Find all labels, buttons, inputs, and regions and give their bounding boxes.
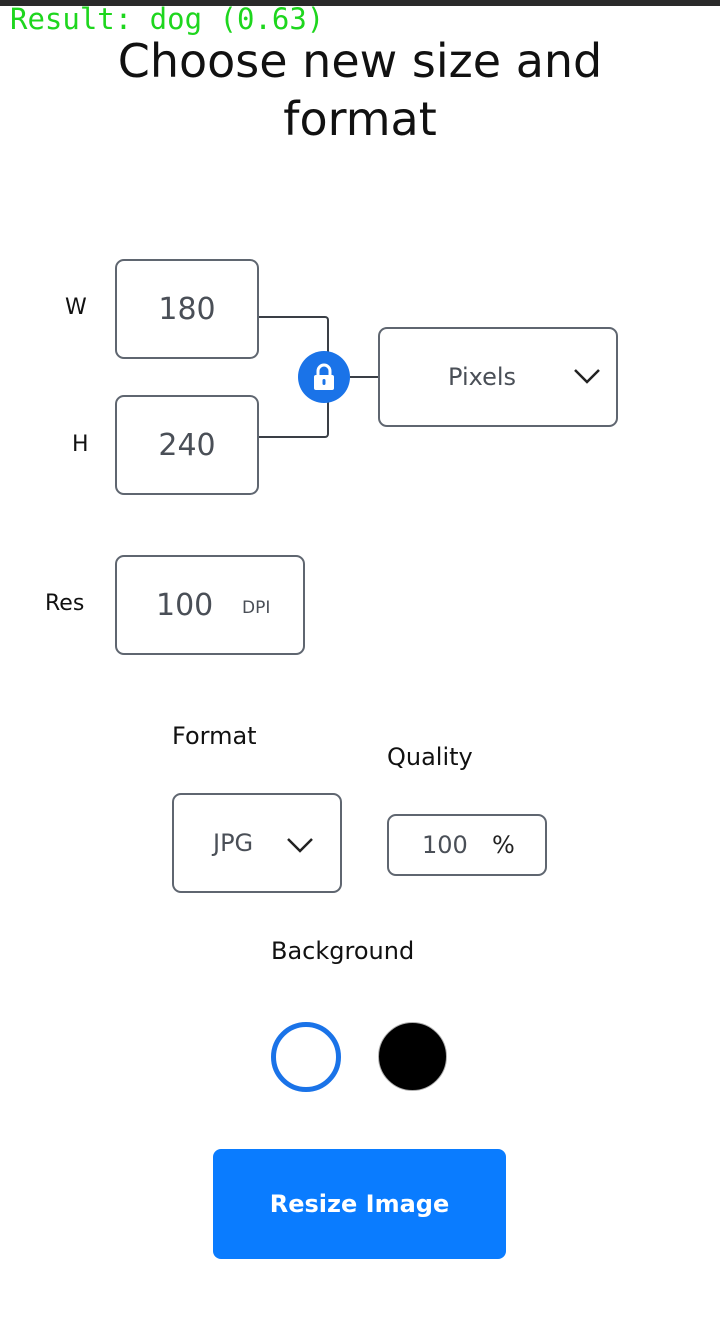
background-white-swatch[interactable]	[271, 1022, 341, 1092]
quality-label: Quality	[387, 743, 473, 771]
chevron-down-icon	[573, 367, 601, 385]
format-select[interactable]: JPG	[172, 793, 342, 893]
unit-link-line	[350, 376, 379, 378]
resolution-label: Res	[45, 591, 85, 616]
resolution-input[interactable]: 100 DPI	[115, 555, 305, 655]
width-label: W	[65, 295, 87, 320]
resolution-value: 100	[156, 587, 214, 623]
resolution-unit: DPI	[242, 598, 271, 618]
width-value: 180	[158, 291, 216, 327]
height-value: 240	[158, 427, 216, 463]
unit-select[interactable]: Pixels	[378, 327, 618, 427]
width-input[interactable]: 180	[115, 259, 259, 359]
format-select-value: JPG	[213, 829, 254, 857]
result-overlay-text: Result: dog (0.63)	[10, 2, 325, 36]
background-label: Background	[271, 937, 415, 965]
lock-icon	[311, 362, 337, 392]
quality-value: 100	[422, 831, 468, 859]
resize-image-button[interactable]: Resize Image	[213, 1149, 506, 1259]
aspect-lock-button[interactable]	[298, 351, 350, 403]
unit-select-value: Pixels	[448, 363, 517, 391]
quality-input[interactable]: 100 %	[387, 814, 547, 876]
height-label: H	[72, 432, 89, 457]
height-input[interactable]: 240	[115, 395, 259, 495]
background-black-swatch[interactable]	[378, 1022, 447, 1091]
chevron-down-icon	[286, 836, 314, 854]
quality-unit: %	[492, 831, 515, 859]
page-title: Choose new size and format	[117, 34, 603, 146]
format-label: Format	[172, 722, 257, 750]
